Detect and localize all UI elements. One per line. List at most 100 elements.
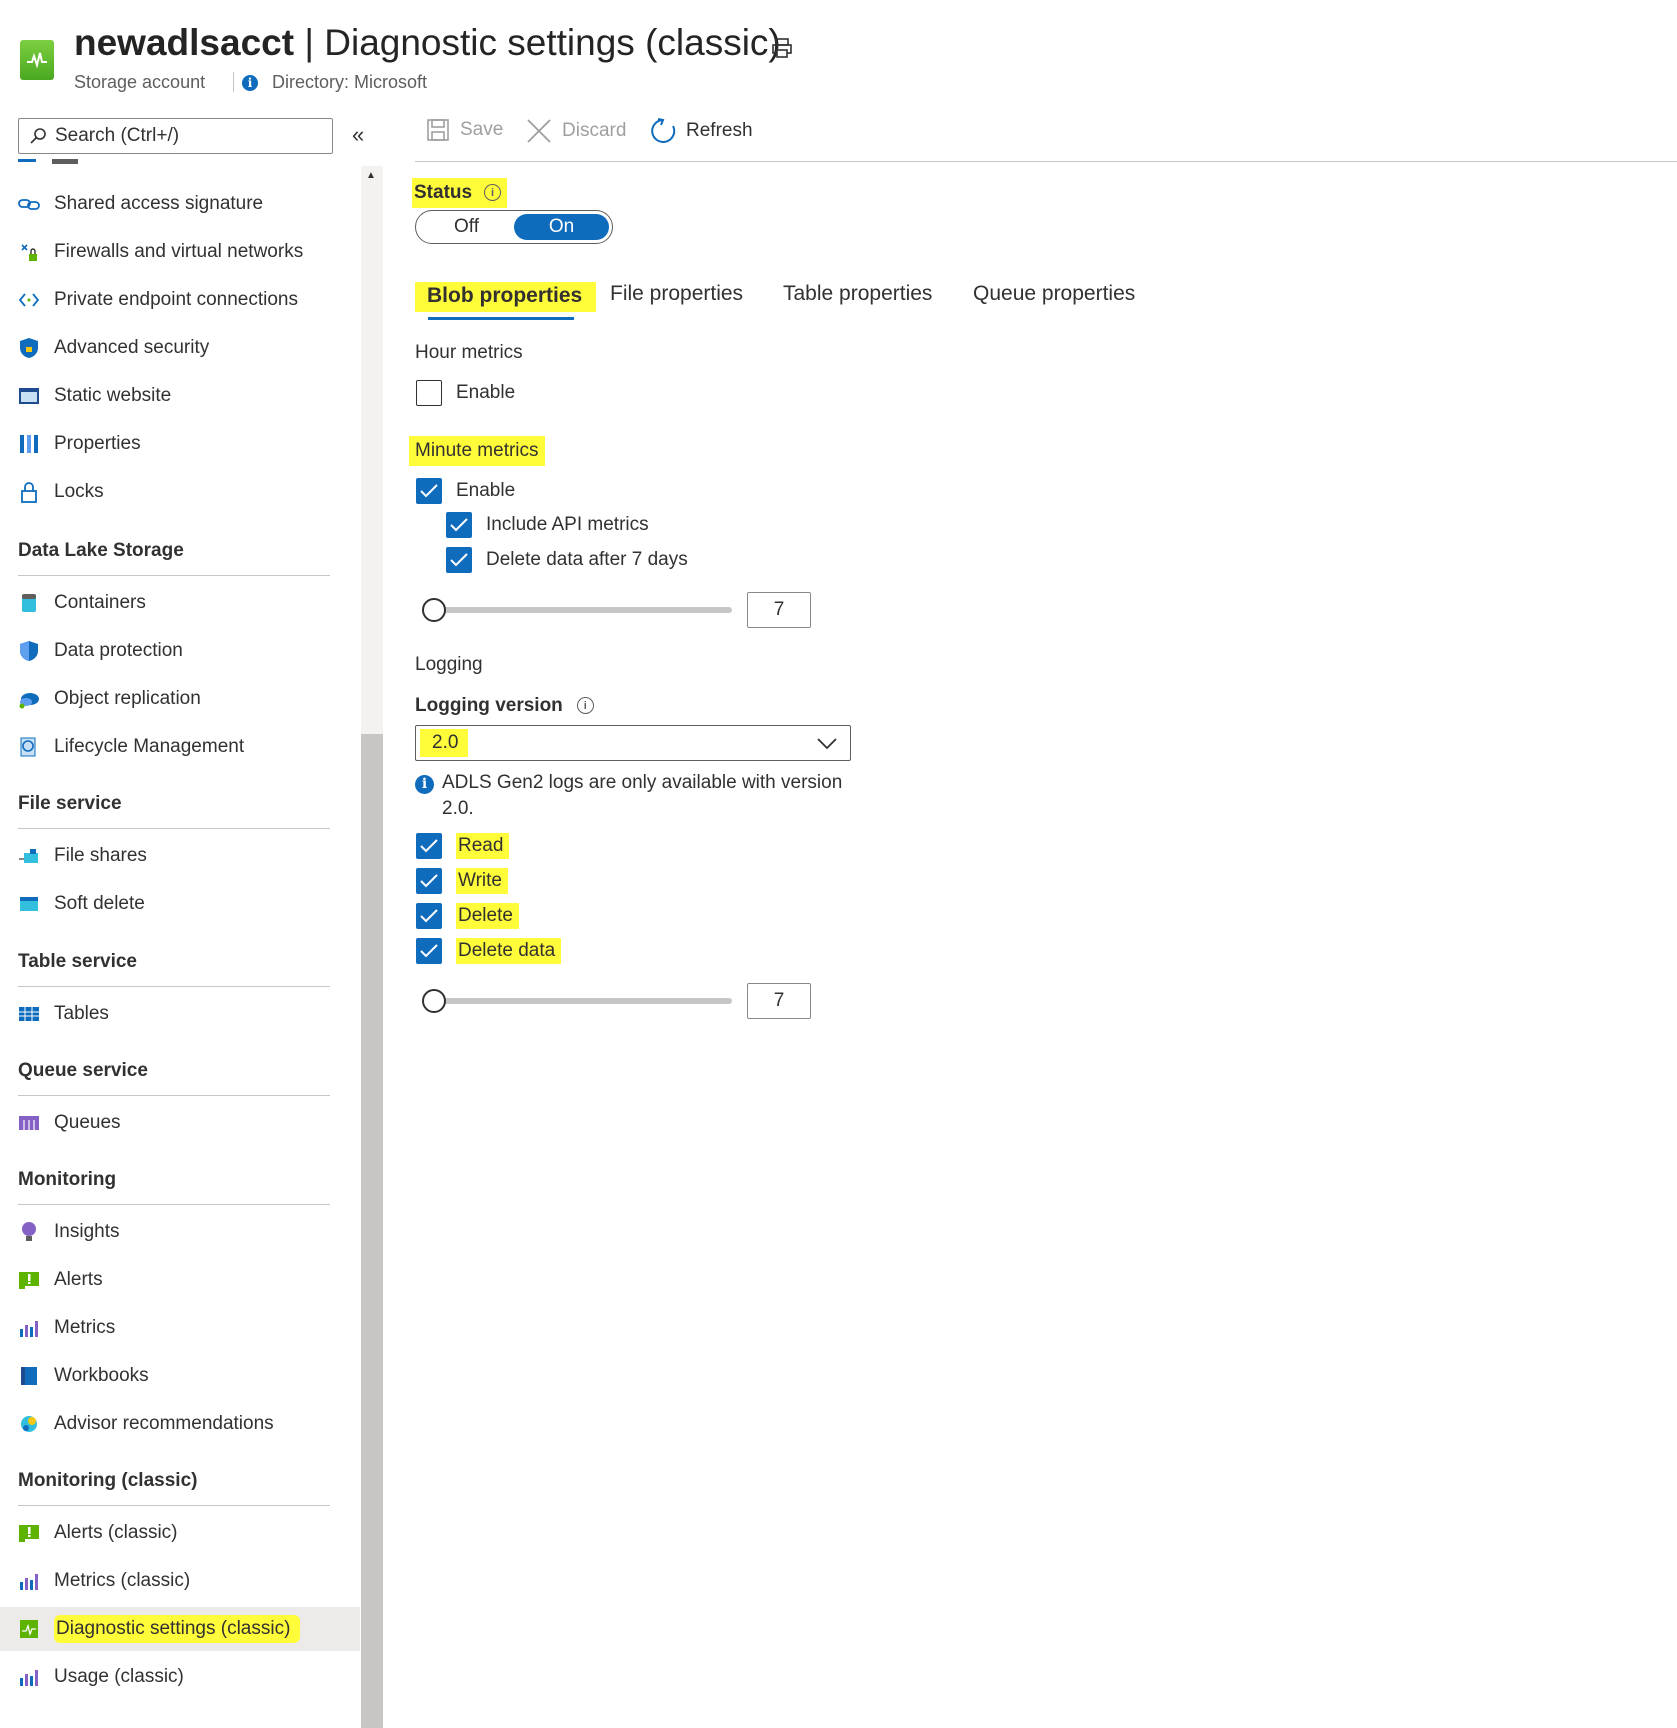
checkbox-label: Delete: [456, 903, 519, 929]
sidebar-item-lifecycle-management[interactable]: Lifecycle Management: [0, 725, 360, 769]
sidebar-item-firewalls-and-virtual-networks[interactable]: Firewalls and virtual networks: [0, 230, 360, 274]
minute-metrics-enable[interactable]: Enable: [416, 478, 515, 504]
logging-delete-data[interactable]: Delete data: [416, 938, 562, 964]
sidebar-item-alerts[interactable]: Alerts: [0, 1258, 360, 1302]
sidebar-item-partial[interactable]: [18, 156, 78, 166]
sidebar-item-diagnostic-settings-classic[interactable]: Diagnostic settings (classic): [0, 1607, 360, 1651]
refresh-button[interactable]: Refresh: [650, 118, 753, 144]
sidebar-item-advanced-security[interactable]: Advanced security: [0, 326, 360, 370]
include-api-metrics[interactable]: Include API metrics: [446, 512, 649, 538]
checkbox[interactable]: [446, 512, 472, 538]
logging-delete[interactable]: Delete: [416, 903, 519, 929]
soft-delete-icon: [18, 893, 40, 915]
sidebar-item-alerts-classic[interactable]: Alerts (classic): [0, 1511, 360, 1555]
logging-read[interactable]: Read: [416, 833, 510, 859]
queue-icon: [18, 1112, 40, 1134]
status-label: Status i: [412, 178, 508, 208]
checkbox-label: Read: [456, 833, 510, 859]
tab-blob-properties[interactable]: Blob properties: [415, 282, 597, 312]
print-icon[interactable]: [770, 36, 794, 65]
info-icon[interactable]: i: [484, 184, 502, 201]
private-endpoint-icon: [18, 289, 40, 311]
minute-metrics-heading: Minute metrics: [409, 436, 545, 466]
sidebar-item-containers[interactable]: Containers: [0, 581, 360, 625]
lifecycle-icon: [18, 736, 40, 758]
logging-version-select[interactable]: 2.0: [415, 725, 851, 761]
lightbulb-icon: [18, 1221, 40, 1243]
checkbox-label: Enable: [456, 382, 516, 403]
sidebar-item-workbooks[interactable]: Workbooks: [0, 1354, 360, 1398]
delete-data-after[interactable]: Delete data after 7 days: [446, 547, 688, 573]
checkbox[interactable]: [416, 938, 442, 964]
sidebar-item-soft-delete[interactable]: Soft delete: [0, 882, 360, 926]
toggle-off-option[interactable]: Off: [419, 216, 514, 238]
sidebar-item-insights[interactable]: Insights: [0, 1210, 360, 1254]
checkbox-label: Delete data after 7 days: [486, 549, 688, 570]
directory-info: i Directory: Microsoft: [242, 72, 427, 93]
checkbox-label: Delete data: [456, 938, 562, 964]
minute-retention-days-input[interactable]: 7: [747, 592, 811, 628]
sidebar-item-file-shares[interactable]: File shares: [0, 834, 360, 878]
slider-handle[interactable]: [422, 598, 446, 622]
slider-handle[interactable]: [422, 989, 446, 1013]
section-divider: [18, 575, 330, 576]
sidebar-item-object-replication[interactable]: Object replication: [0, 677, 360, 721]
checkbox[interactable]: [446, 547, 472, 573]
sidebar-item-queues[interactable]: Queues: [0, 1101, 360, 1145]
section-divider: [18, 1095, 330, 1096]
sidebar-item-metrics[interactable]: Metrics: [0, 1306, 360, 1350]
sidebar-item-label: Containers: [54, 592, 146, 613]
logging-version-value: 2.0: [420, 729, 469, 757]
checkbox[interactable]: [416, 868, 442, 894]
workbook-icon: [18, 1365, 40, 1387]
properties-icon: [18, 433, 40, 455]
checkbox[interactable]: [416, 478, 442, 504]
sidebar-item-private-endpoint-connections[interactable]: Private endpoint connections: [0, 278, 360, 322]
save-button[interactable]: Save: [426, 118, 503, 142]
diagnostic-icon: [18, 1618, 40, 1640]
slider-track[interactable]: [422, 998, 732, 1004]
discard-button[interactable]: Discard: [526, 118, 626, 144]
sidebar-item-label: Diagnostic settings (classic): [54, 1615, 301, 1643]
section-divider: [18, 1505, 330, 1506]
hour-metrics-heading: Hour metrics: [415, 342, 523, 363]
minute-retention-slider[interactable]: [422, 596, 732, 624]
logging-write[interactable]: Write: [416, 868, 508, 894]
sidebar-scrollbar-thumb[interactable]: [361, 734, 383, 1728]
tab-file-properties[interactable]: File properties: [610, 282, 743, 306]
collapse-sidebar-icon[interactable]: «: [352, 122, 364, 148]
status-toggle[interactable]: Off On: [415, 210, 613, 244]
sidebar-item-label: Workbooks: [54, 1365, 149, 1386]
metrics-icon: [18, 1317, 40, 1339]
sidebar-item-data-protection[interactable]: Data protection: [0, 629, 360, 673]
checkbox[interactable]: [416, 380, 442, 406]
sidebar-item-locks[interactable]: Locks: [0, 470, 360, 514]
sidebar-item-label: Static website: [54, 385, 172, 406]
sidebar-item-shared-access-signature[interactable]: Shared access signature: [0, 182, 360, 226]
sidebar-item-tables[interactable]: Tables: [0, 992, 360, 1036]
sidebar-item-metrics-classic[interactable]: Metrics (classic): [0, 1559, 360, 1603]
search-icon: [30, 128, 46, 144]
hour-metrics-enable[interactable]: Enable: [416, 380, 515, 406]
search-input[interactable]: Search (Ctrl+/): [18, 118, 333, 154]
logging-heading: Logging: [415, 654, 483, 675]
toggle-on-option[interactable]: On: [514, 214, 609, 240]
checkbox[interactable]: [416, 833, 442, 859]
tab-table-properties[interactable]: Table properties: [783, 282, 932, 306]
tab-queue-properties[interactable]: Queue properties: [973, 282, 1135, 306]
sidebar-item-usage-classic[interactable]: Usage (classic): [0, 1655, 360, 1699]
logging-retention-slider[interactable]: [422, 987, 732, 1015]
sidebar-item-static-website[interactable]: Static website: [0, 374, 360, 418]
section-heading-table-service: Table service: [18, 951, 138, 972]
info-icon[interactable]: i: [576, 697, 594, 714]
scroll-up-icon[interactable]: ▲: [366, 170, 376, 181]
checkbox-label: Write: [456, 868, 508, 894]
logging-retention-days-input[interactable]: 7: [747, 983, 811, 1019]
sidebar-item-advisor-recommendations[interactable]: Advisor recommendations: [0, 1402, 360, 1446]
slider-track[interactable]: [422, 607, 732, 613]
sidebar-item-label: Insights: [54, 1221, 120, 1242]
sidebar-item-properties[interactable]: Properties: [0, 422, 360, 466]
checkbox[interactable]: [416, 903, 442, 929]
sidebar-item-label: Properties: [54, 433, 141, 454]
toolbar-divider: [415, 161, 1677, 162]
